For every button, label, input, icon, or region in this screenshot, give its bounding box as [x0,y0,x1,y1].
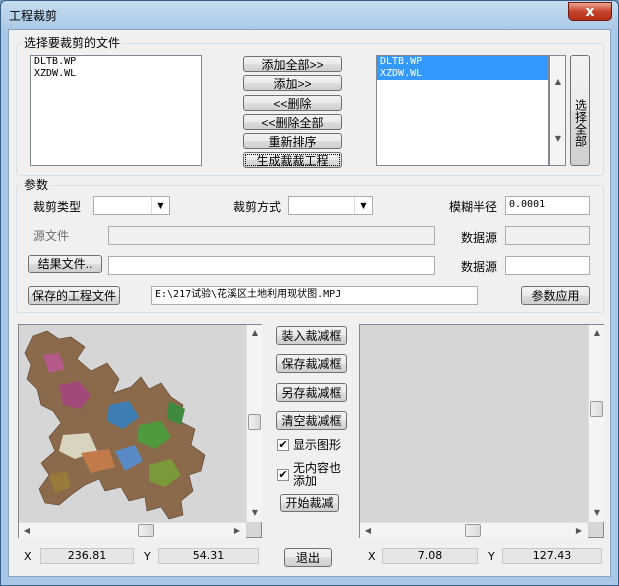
selected-list-scrollbar[interactable]: ▲ ▼ [549,55,566,166]
clip-mode-label: 裁剪方式 [233,200,282,214]
close-button[interactable]: x [568,2,612,21]
right-y-value: 127.43 [502,548,602,564]
close-icon: x [585,4,595,20]
select-all-button[interactable]: 选择全部 [570,55,590,166]
reorder-button[interactable]: 重新排序 [243,133,342,149]
scroll-down-icon[interactable]: ▼ [589,505,605,521]
list-item[interactable]: DLTB.WP [31,56,201,68]
map-preview [24,330,206,520]
result-datasource-input[interactable] [505,256,590,275]
right-x-value: 7.08 [382,548,478,564]
file-select-group-label: 选择要裁剪的文件 [22,36,123,50]
scroll-left-icon[interactable]: ◀ [360,523,376,539]
fuzzy-radius-input[interactable]: 0.0001 [505,196,590,215]
source-file-label: 源文件 [33,229,70,243]
result-map-panel[interactable]: ▲ ▼ ◀ ▶ [359,324,604,538]
scroll-left-icon[interactable]: ◀ [19,523,35,539]
source-file-list[interactable]: DLTB.WP XZDW.WL [30,55,202,166]
clip-type-label: 裁剪类型 [33,200,82,214]
source-map-vscroll[interactable]: ▲ ▼ [246,325,262,522]
params-group-label: 参数 [22,178,51,192]
clip-mode-select[interactable]: ▼ [288,196,373,215]
load-clip-box-button[interactable]: 装入裁减框 [276,326,347,345]
show-graphics-checkbox[interactable]: ✔ [277,439,289,451]
dialog-client: 选择要裁剪的文件 DLTB.WP XZDW.WL 添加全部>> 添加>> <<删… [8,29,611,577]
start-clip-button[interactable]: 开始裁减 [280,494,339,512]
scroll-up-icon[interactable]: ▲ [589,325,605,341]
left-y-label: Y [144,550,151,563]
add-button[interactable]: 添加>> [243,75,342,91]
add-all-button[interactable]: 添加全部>> [243,56,342,72]
chevron-down-icon[interactable]: ▼ [151,197,169,214]
left-y-value: 54.31 [158,548,259,564]
result-file-button[interactable]: 结果文件.. [28,255,102,273]
datasource-label: 数据源 [461,231,498,245]
save-clip-box-button[interactable]: 保存裁减框 [276,354,347,373]
hscroll-thumb[interactable] [138,524,154,537]
clear-clip-box-button[interactable]: 清空裁减框 [276,411,347,430]
scroll-up-icon[interactable]: ▲ [550,74,566,90]
list-item[interactable]: XZDW.WL [31,68,201,80]
remove-button[interactable]: <<删除 [243,95,342,111]
generate-project-button[interactable]: 生成裁裁工程 [243,152,342,168]
hscroll-thumb[interactable] [465,524,481,537]
left-x-label: X [24,550,32,563]
list-item[interactable]: DLTB.WP [377,56,548,68]
left-x-value: 236.81 [40,548,134,564]
fuzzy-radius-label: 模糊半径 [449,200,498,214]
source-file-input [108,226,435,245]
saved-project-file-button[interactable]: 保存的工程文件 [28,286,120,305]
remove-all-button[interactable]: <<删除全部 [243,114,342,130]
right-y-label: Y [488,550,495,563]
result-map-hscroll[interactable]: ◀ ▶ [360,522,588,538]
window-title: 工程裁剪 [9,9,58,23]
select-all-label: 选择全部 [573,99,588,147]
scroll-down-icon[interactable]: ▼ [247,505,263,521]
scroll-right-icon[interactable]: ▶ [229,523,245,539]
scroll-right-icon[interactable]: ▶ [571,523,587,539]
scroll-down-icon[interactable]: ▼ [550,131,566,147]
result-datasource-label: 数据源 [461,260,498,274]
vscroll-thumb[interactable] [248,414,261,430]
scroll-up-icon[interactable]: ▲ [247,325,263,341]
right-x-label: X [368,550,376,563]
list-item[interactable]: XZDW.WL [377,68,548,80]
selected-file-list[interactable]: DLTB.WP XZDW.WL [376,55,549,166]
apply-params-button[interactable]: 参数应用 [521,286,590,305]
chevron-down-icon[interactable]: ▼ [354,197,372,214]
empty-add-checkbox[interactable]: ✔ [277,469,289,481]
project-clip-window: 工程裁剪 x 选择要裁剪的文件 DLTB.WP XZDW.WL 添加全部>> 添… [0,0,619,586]
saved-project-path-input[interactable]: E:\217试验\花溪区土地利用现状图.MPJ [151,286,478,305]
result-map-vscroll[interactable]: ▲ ▼ [588,325,604,522]
checkmark-icon: ✔ [278,438,288,451]
show-graphics-label: 显示图形 [293,438,342,452]
empty-add-label: 无内容也添加 [293,461,342,488]
exit-button[interactable]: 退出 [284,548,332,567]
vscroll-thumb[interactable] [590,401,603,417]
source-map-hscroll[interactable]: ◀ ▶ [19,522,246,538]
result-file-input[interactable] [108,256,435,275]
source-map-panel[interactable]: ▲ ▼ ◀ ▶ [18,324,262,538]
clip-type-select[interactable]: ▼ [93,196,170,215]
checkmark-icon: ✔ [278,468,288,481]
datasource-input [505,226,590,245]
save-as-clip-box-button[interactable]: 另存裁减框 [276,383,347,402]
